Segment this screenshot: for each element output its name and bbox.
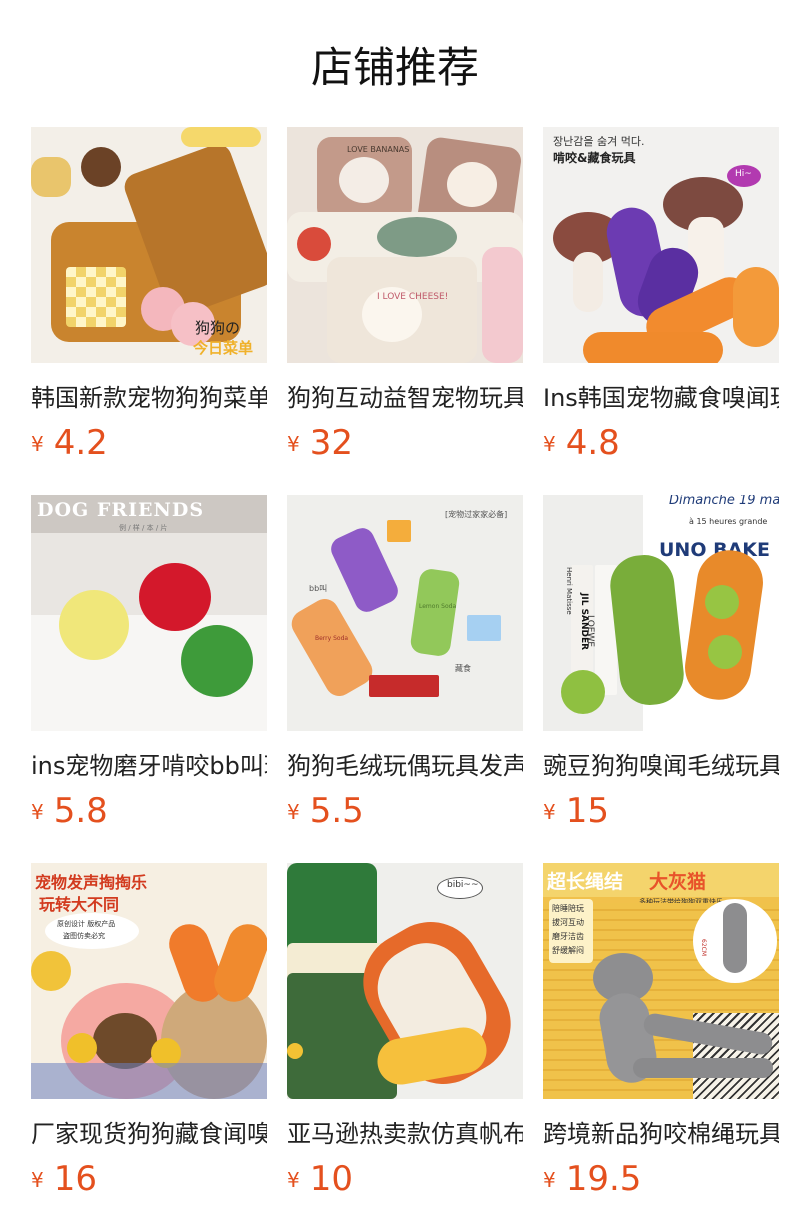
- product-price: ¥19.5: [543, 1159, 642, 1199]
- image-caption: 例 / 样 / 本 / 片: [119, 524, 168, 532]
- image-caption: 磨牙洁齿: [552, 932, 584, 941]
- image-caption: I LOVE CHEESE!: [377, 292, 449, 302]
- product-card[interactable]: 超长绳结 大灰猫 多种玩法带给狗狗双重快乐 陪睡陪玩 拔河互动 磨牙洁齿 舒缓解…: [543, 863, 779, 1200]
- product-image[interactable]: 超长绳结 大灰猫 多种玩法带给狗狗双重快乐 陪睡陪玩 拔河互动 磨牙洁齿 舒缓解…: [543, 863, 779, 1099]
- product-image[interactable]: 장난감을 숨겨 먹다. 啃咬&藏食玩具 Hi~: [543, 127, 779, 363]
- product-name[interactable]: ins宠物磨牙啃咬bb叫玩具: [31, 749, 267, 783]
- product-price: ¥5.5: [287, 791, 364, 831]
- product-price: ¥15: [543, 791, 609, 831]
- product-card[interactable]: bibi~~ 亚马逊热卖款仿真帆布鞋 ¥10: [287, 863, 523, 1200]
- product-card[interactable]: [宠物过家家必备] bb叫 藏食 Lemon Soda Berry Soda 狗…: [287, 495, 523, 832]
- image-caption: Berry Soda: [315, 635, 349, 642]
- image-caption: Lemon Soda: [419, 603, 457, 610]
- image-caption: 超长绳结: [547, 871, 624, 893]
- image-caption: 原创设计 版权产品: [57, 920, 116, 928]
- product-price: ¥32: [287, 423, 353, 463]
- product-card[interactable]: 宠物发声掏掏乐 玩转大不同 原创设计 版权产品 盗图仿卖必究 厂家现货狗狗藏食闻…: [31, 863, 267, 1200]
- product-card[interactable]: 狗狗の 今日菜单 韩国新款宠物狗狗菜单嗅闻垫 ¥4.2: [31, 127, 267, 464]
- product-name[interactable]: 跨境新品狗咬棉绳玩具: [543, 1117, 779, 1151]
- product-name[interactable]: 韩国新款宠物狗狗菜单嗅闻垫: [31, 381, 267, 415]
- page-title: 店铺推荐: [310, 43, 479, 92]
- image-caption: LOVE BANANAS: [347, 145, 410, 154]
- product-image[interactable]: [宠物过家家必备] bb叫 藏食 Lemon Soda Berry Soda: [287, 495, 523, 731]
- product-image[interactable]: 狗狗の 今日菜单: [31, 127, 267, 363]
- product-card[interactable]: LOVE BANANAS I LOVE CHEESE! 狗狗互动益智宠物玩具书 …: [287, 127, 523, 464]
- image-caption: 狗狗の: [195, 319, 241, 337]
- image-caption: 拔河互动: [552, 918, 584, 927]
- image-caption: 大灰猫: [649, 871, 707, 893]
- product-card[interactable]: DOG FRIENDS 例 / 样 / 本 / 片 ins宠物磨牙啃咬bb叫玩具…: [31, 495, 267, 832]
- image-caption: 62CM: [700, 939, 707, 957]
- image-caption: 宠物发声掏掏乐: [35, 873, 148, 892]
- product-price: ¥16: [31, 1159, 97, 1199]
- product-price: ¥5.8: [31, 791, 108, 831]
- product-image[interactable]: Dimanche 19 mai à 15 heures grande UNO B…: [543, 495, 779, 731]
- image-caption: 舒缓解闷: [552, 946, 584, 955]
- product-name[interactable]: 厂家现货狗狗藏食闻嗅玩具: [31, 1117, 267, 1151]
- product-name[interactable]: 狗狗毛绒玩偶玩具发声: [287, 749, 523, 783]
- product-price: ¥10: [287, 1159, 353, 1199]
- image-caption: Hi~: [735, 169, 752, 179]
- product-image[interactable]: LOVE BANANAS I LOVE CHEESE!: [287, 127, 523, 363]
- image-caption: 장난감을 숨겨 먹다.: [553, 135, 645, 148]
- product-name[interactable]: Ins韩国宠物藏食嗅闻玩具: [543, 381, 779, 415]
- product-image[interactable]: bibi~~: [287, 863, 523, 1099]
- image-caption: à 15 heures grande: [689, 517, 768, 526]
- image-caption: 啃咬&藏食玩具: [553, 151, 636, 165]
- image-caption: [宠物过家家必备]: [445, 510, 508, 519]
- product-card[interactable]: Dimanche 19 mai à 15 heures grande UNO B…: [543, 495, 779, 832]
- product-card[interactable]: 장난감을 숨겨 먹다. 啃咬&藏食玩具 Hi~ Ins韩国宠物藏食嗅闻玩具 ¥4…: [543, 127, 779, 464]
- image-caption: bibi~~: [447, 880, 479, 890]
- image-caption: 玩转大不同: [39, 895, 120, 914]
- product-name[interactable]: 豌豆狗狗嗅闻毛绒玩具: [543, 749, 779, 783]
- product-image[interactable]: 宠物发声掏掏乐 玩转大不同 原创设计 版权产品 盗图仿卖必究: [31, 863, 267, 1099]
- image-caption: Henri Matisse: [565, 567, 573, 615]
- product-price: ¥4.8: [543, 423, 620, 463]
- product-image[interactable]: DOG FRIENDS 例 / 样 / 本 / 片: [31, 495, 267, 731]
- product-name[interactable]: 亚马逊热卖款仿真帆布鞋: [287, 1117, 523, 1151]
- image-caption: DOG FRIENDS: [37, 499, 205, 521]
- image-caption: 陪睡陪玩: [552, 904, 584, 913]
- image-caption: 藏食: [455, 664, 471, 673]
- product-name[interactable]: 狗狗互动益智宠物玩具书: [287, 381, 523, 415]
- image-caption: bb叫: [309, 584, 328, 593]
- image-caption: JIL SANDER: [579, 593, 589, 651]
- image-caption: Dimanche 19 mai: [669, 495, 779, 508]
- image-caption: 今日菜单: [193, 339, 254, 357]
- product-price: ¥4.2: [31, 423, 108, 463]
- image-caption: 盗图仿卖必究: [63, 932, 105, 940]
